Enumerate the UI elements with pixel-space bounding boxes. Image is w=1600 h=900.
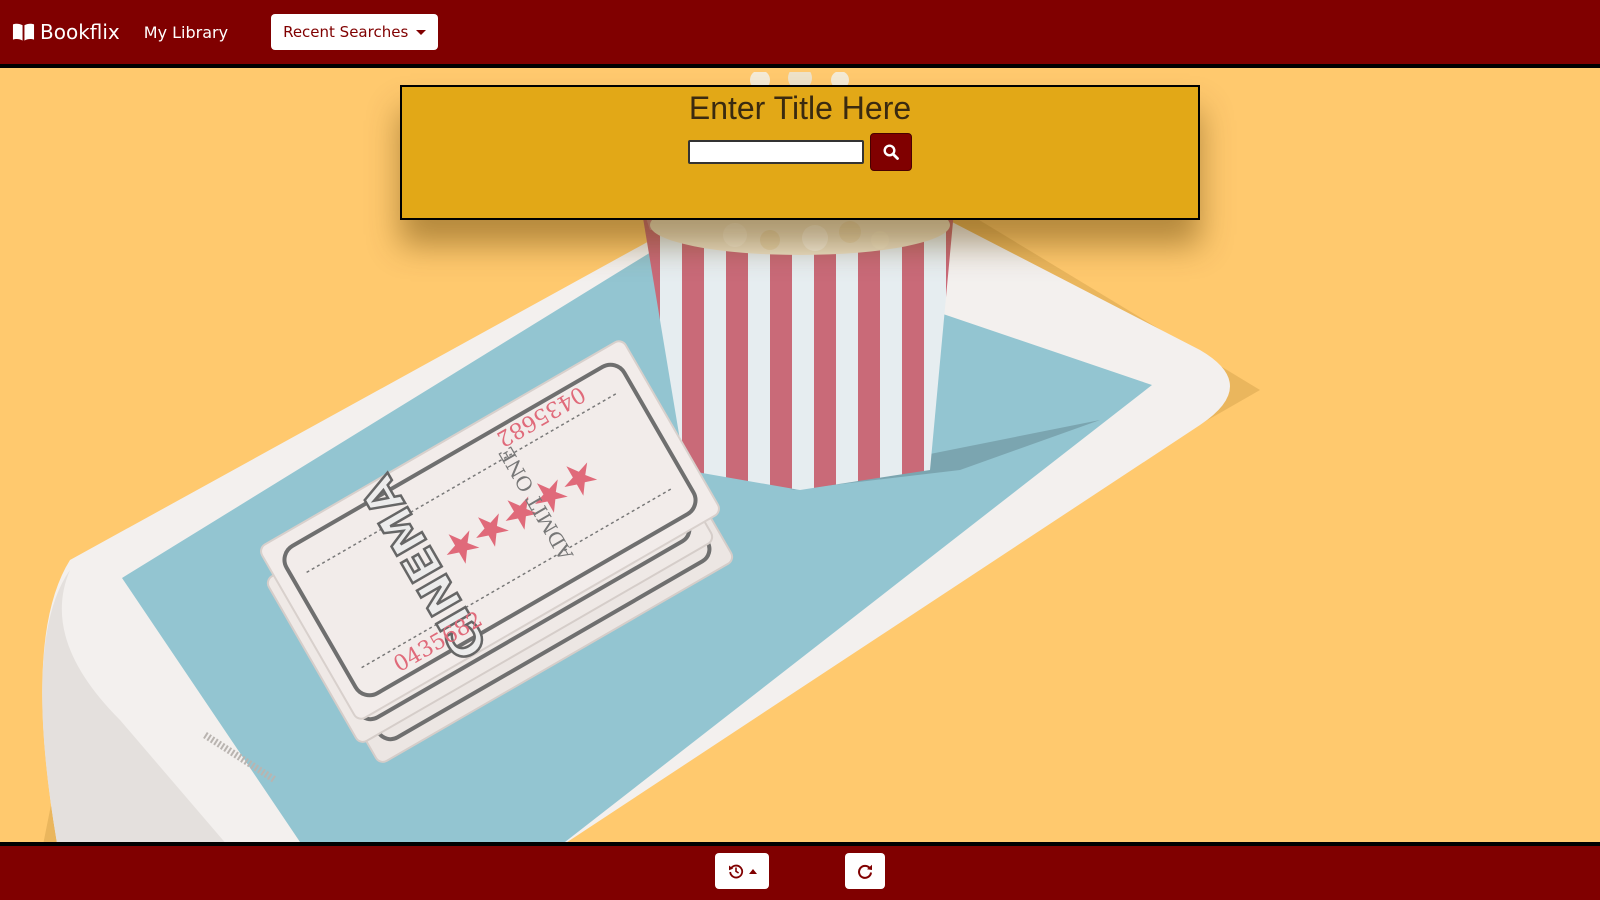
bottom-toolbar [0,842,1600,900]
search-panel: Enter Title Here [400,85,1200,220]
recent-searches-label: Recent Searches [283,23,409,41]
brand-link[interactable]: Bookflix [12,20,120,44]
search-icon [883,144,899,160]
open-book-icon [12,23,35,41]
caret-up-icon [748,868,757,874]
redo-icon [858,864,872,879]
caret-down-icon [416,29,427,35]
title-search-input[interactable] [688,140,864,164]
search-title: Enter Title Here [688,90,912,126]
search-button[interactable] [870,133,912,171]
top-navbar: Bookflix My Library Recent Searches [0,0,1600,68]
history-icon [728,864,743,879]
search-row [402,133,1198,171]
redo-button[interactable] [845,853,885,889]
history-dropup-button[interactable] [715,853,769,889]
brand-name: Bookflix [40,20,120,44]
recent-searches-dropdown[interactable]: Recent Searches [271,14,439,50]
my-library-link[interactable]: My Library [144,23,228,42]
